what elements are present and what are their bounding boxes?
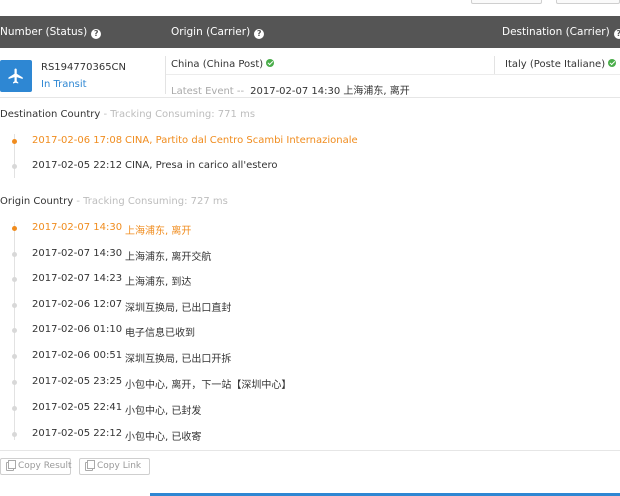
event-description: 深圳互换局, 已出口开拆: [125, 354, 232, 365]
copy-link-label: Copy Link: [97, 461, 142, 471]
event-description: CINA, Partito dal Centro Scambi Internaz…: [125, 135, 358, 146]
section-title-text: Origin Country: [0, 196, 74, 207]
event-time: 2017-02-05 23:25: [32, 376, 123, 387]
event-time: 2017-02-06 00:51: [32, 350, 123, 361]
timeline-event: 2017-02-05 22:12 CINA, Presa in carico a…: [0, 160, 620, 174]
timeline-dot: [12, 432, 17, 437]
timeline-event: 2017-02-05 22:41 小包中心, 已封发: [0, 402, 620, 417]
event-time: 2017-02-07 14:30: [32, 222, 123, 233]
timeline-event: 2017-02-06 12:07 深圳互换局, 已出口直封: [0, 299, 620, 314]
header-destination-carrier-label: Destination (Carrier): [502, 26, 610, 38]
copy-link-button[interactable]: Copy Link: [79, 458, 150, 475]
event-time: 2017-02-06 17:08: [32, 135, 123, 146]
event-description: 电子信息已收到: [125, 328, 195, 339]
timeline-dot: [12, 252, 17, 257]
tracking-summary: RS194770365CN In Transit China (China Po…: [0, 52, 620, 98]
tracking-number[interactable]: RS194770365CN: [41, 62, 126, 73]
event-description: 小包中心, 离开，下一站【深圳中心】: [125, 380, 292, 391]
event-description: CINA, Presa in carico all'estero: [125, 160, 278, 171]
event-description: 小包中心, 已封发: [125, 406, 202, 417]
header-origin-carrier-label: Origin (Carrier): [171, 26, 251, 38]
event-description: 上海浦东, 离开交航: [125, 252, 212, 263]
timeline-dot: [12, 406, 17, 411]
timeline-event: 2017-02-07 14:30 上海浦东, 离开交航: [0, 248, 620, 263]
event-time: 2017-02-06 01:10: [32, 324, 123, 335]
timeline-dot: [12, 380, 17, 385]
timeline-dot: [12, 277, 17, 282]
event-time: 2017-02-07 14:30: [32, 248, 123, 259]
timeline-dot: [12, 303, 17, 308]
event-time: 2017-02-05 22:41: [32, 402, 123, 413]
divider: [166, 74, 620, 75]
table-header: Number (Status)? Origin (Carrier)? Desti…: [0, 16, 620, 48]
destination-carrier-name: Italy (Poste Italiane): [505, 59, 606, 70]
copy-result-button[interactable]: Copy Result: [0, 458, 72, 475]
footer-divider: [0, 450, 620, 451]
timeline-event: 2017-02-05 23:25 小包中心, 离开，下一站【深圳中心】: [0, 376, 620, 391]
check-icon: [608, 59, 617, 67]
event-time: 2017-02-05 22:12: [32, 160, 123, 171]
top-button-2[interactable]: [556, 0, 620, 4]
timeline-event: 2017-02-06 00:51 深圳互换局, 已出口开拆: [0, 350, 620, 365]
help-icon[interactable]: ?: [613, 29, 620, 39]
top-button-1[interactable]: [471, 0, 542, 4]
airplane-icon: [0, 60, 32, 92]
header-number-status: Number (Status)?: [0, 16, 102, 48]
timeline-dot: [12, 354, 17, 359]
section-title-text: Destination Country: [0, 109, 101, 120]
help-icon[interactable]: ?: [254, 29, 265, 39]
origin-carrier: China (China Post): [171, 59, 275, 70]
timeline-event: 2017-02-05 22:12 小包中心, 已收寄: [0, 428, 620, 443]
divider: [165, 56, 166, 94]
section-meta: - Tracking Consuming: 771 ms: [100, 109, 256, 120]
destination-carrier: Italy (Poste Italiane): [505, 59, 617, 70]
copy-icon: [85, 460, 95, 471]
timeline-dot: [12, 226, 17, 231]
event-time: 2017-02-06 12:07: [32, 299, 123, 310]
event-time: 2017-02-07 14:23: [32, 273, 123, 284]
timeline-event: 2017-02-07 14:30 上海浦东, 离开: [0, 222, 620, 237]
help-icon[interactable]: ?: [91, 29, 102, 39]
origin-carrier-name: China (China Post): [171, 59, 264, 70]
event-time: 2017-02-05 22:12: [32, 428, 123, 439]
destination-section-title: Destination Country - Tracking Consuming…: [0, 109, 255, 120]
origin-section-title: Origin Country - Tracking Consuming: 727…: [0, 196, 228, 207]
copy-icon: [6, 460, 16, 471]
timeline-event: 2017-02-06 17:08 CINA, Partito dal Centr…: [0, 135, 620, 149]
timeline-dot: [12, 164, 17, 169]
event-description: 上海浦东, 到达: [125, 277, 192, 288]
divider: [494, 56, 495, 74]
timeline-event: 2017-02-07 14:23 上海浦东, 到达: [0, 273, 620, 288]
check-icon: [266, 59, 275, 67]
timeline-dot: [12, 328, 17, 333]
header-number-status-label: Number (Status): [0, 26, 88, 38]
timeline-event: 2017-02-06 01:10 电子信息已收到: [0, 324, 620, 339]
section-meta: - Tracking Consuming: 727 ms: [73, 196, 228, 207]
event-description: 小包中心, 已收寄: [125, 432, 202, 443]
latest-event: Latest Event -- 2017-02-07 14:30 上海浦东, 离开: [171, 82, 410, 97]
event-description: 深圳互换局, 已出口直封: [125, 303, 232, 314]
status-label: In Transit: [41, 79, 87, 90]
event-description: 上海浦东, 离开: [125, 226, 192, 237]
copy-result-label: Copy Result: [18, 461, 72, 471]
header-origin-carrier: Origin (Carrier)?: [171, 16, 265, 48]
header-destination-carrier: Destination (Carrier)?: [502, 16, 620, 48]
latest-event-value: 2017-02-07 14:30 上海浦东, 离开: [250, 86, 410, 97]
timeline-dot: [12, 139, 17, 144]
latest-event-label: Latest Event --: [171, 86, 245, 97]
